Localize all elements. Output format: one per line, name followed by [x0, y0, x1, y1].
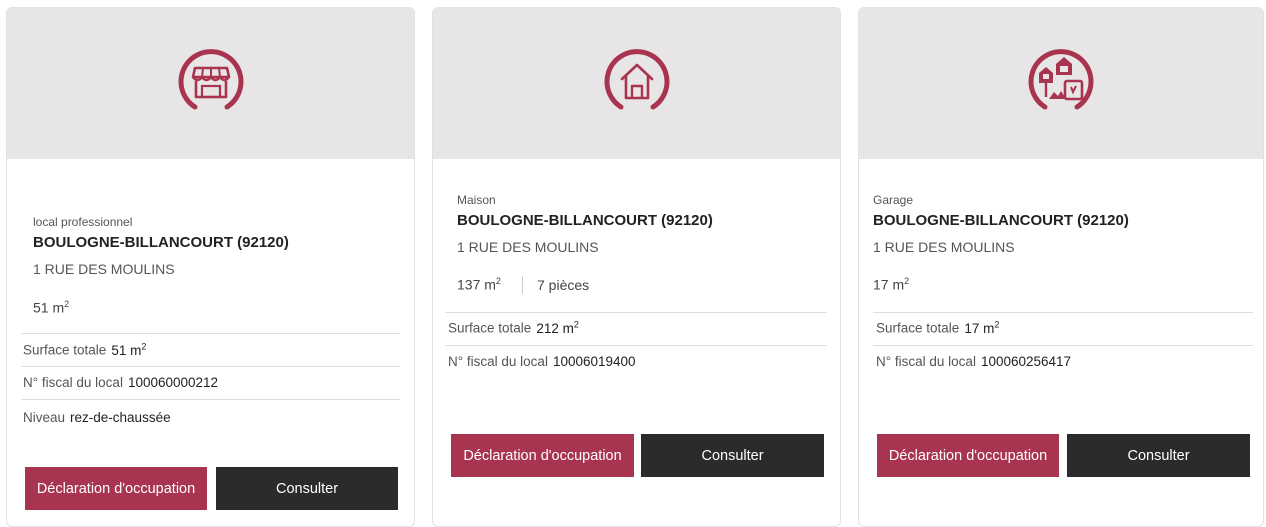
- surface-row: Surface totale 51 m2: [23, 341, 147, 358]
- surface-row: Surface totale 212 m2: [448, 319, 579, 336]
- house-icon: [599, 41, 675, 117]
- property-card: local professionnel BOULOGNE-BILLANCOURT…: [6, 7, 415, 527]
- property-area: 51 m2: [33, 299, 70, 316]
- divider: [873, 345, 1253, 346]
- consult-button[interactable]: Consulter: [216, 467, 398, 510]
- property-card: Garage BOULOGNE-BILLANCOURT (92120) 1 RU…: [858, 7, 1264, 527]
- divider: [21, 399, 400, 400]
- property-city: BOULOGNE-BILLANCOURT (92120): [873, 212, 1129, 229]
- divider: [21, 366, 400, 367]
- property-address: 1 RUE DES MOULINS: [33, 261, 175, 277]
- declaration-occupation-button[interactable]: Déclaration d'occupation: [451, 434, 634, 477]
- consult-button[interactable]: Consulter: [641, 434, 824, 477]
- mixed-properties-icon: [1023, 41, 1099, 117]
- fiscal-number-row: N° fiscal du local 100060000212: [23, 375, 219, 390]
- property-city: BOULOGNE-BILLANCOURT (92120): [457, 212, 713, 229]
- property-area: 17 m2: [873, 276, 910, 293]
- property-category: Garage: [873, 193, 914, 207]
- surface-row: Surface totale 17 m2: [876, 319, 1000, 336]
- property-rooms: 7 pièces: [537, 277, 590, 293]
- shop-icon: [173, 41, 249, 117]
- divider: [445, 312, 827, 313]
- divider: [445, 345, 827, 346]
- card-header: [859, 8, 1263, 159]
- separator: [522, 276, 523, 294]
- level-row: Niveau rez-de-chaussée: [23, 410, 171, 425]
- divider: [873, 312, 1253, 313]
- property-area: 137 m2: [457, 276, 501, 293]
- property-city: BOULOGNE-BILLANCOURT (92120): [33, 234, 289, 251]
- declaration-occupation-button[interactable]: Déclaration d'occupation: [25, 467, 207, 510]
- property-card: Maison BOULOGNE-BILLANCOURT (92120) 1 RU…: [432, 7, 841, 527]
- declaration-occupation-button[interactable]: Déclaration d'occupation: [877, 434, 1059, 477]
- property-address: 1 RUE DES MOULINS: [873, 239, 1015, 255]
- consult-button[interactable]: Consulter: [1067, 434, 1250, 477]
- property-category: local professionnel: [33, 215, 133, 229]
- card-header: [7, 8, 414, 159]
- fiscal-number-row: N° fiscal du local 10006019400: [448, 354, 636, 369]
- card-header: [433, 8, 840, 159]
- divider: [21, 333, 400, 334]
- property-category: Maison: [457, 193, 496, 207]
- fiscal-number-row: N° fiscal du local 100060256417: [876, 354, 1072, 369]
- property-address: 1 RUE DES MOULINS: [457, 239, 599, 255]
